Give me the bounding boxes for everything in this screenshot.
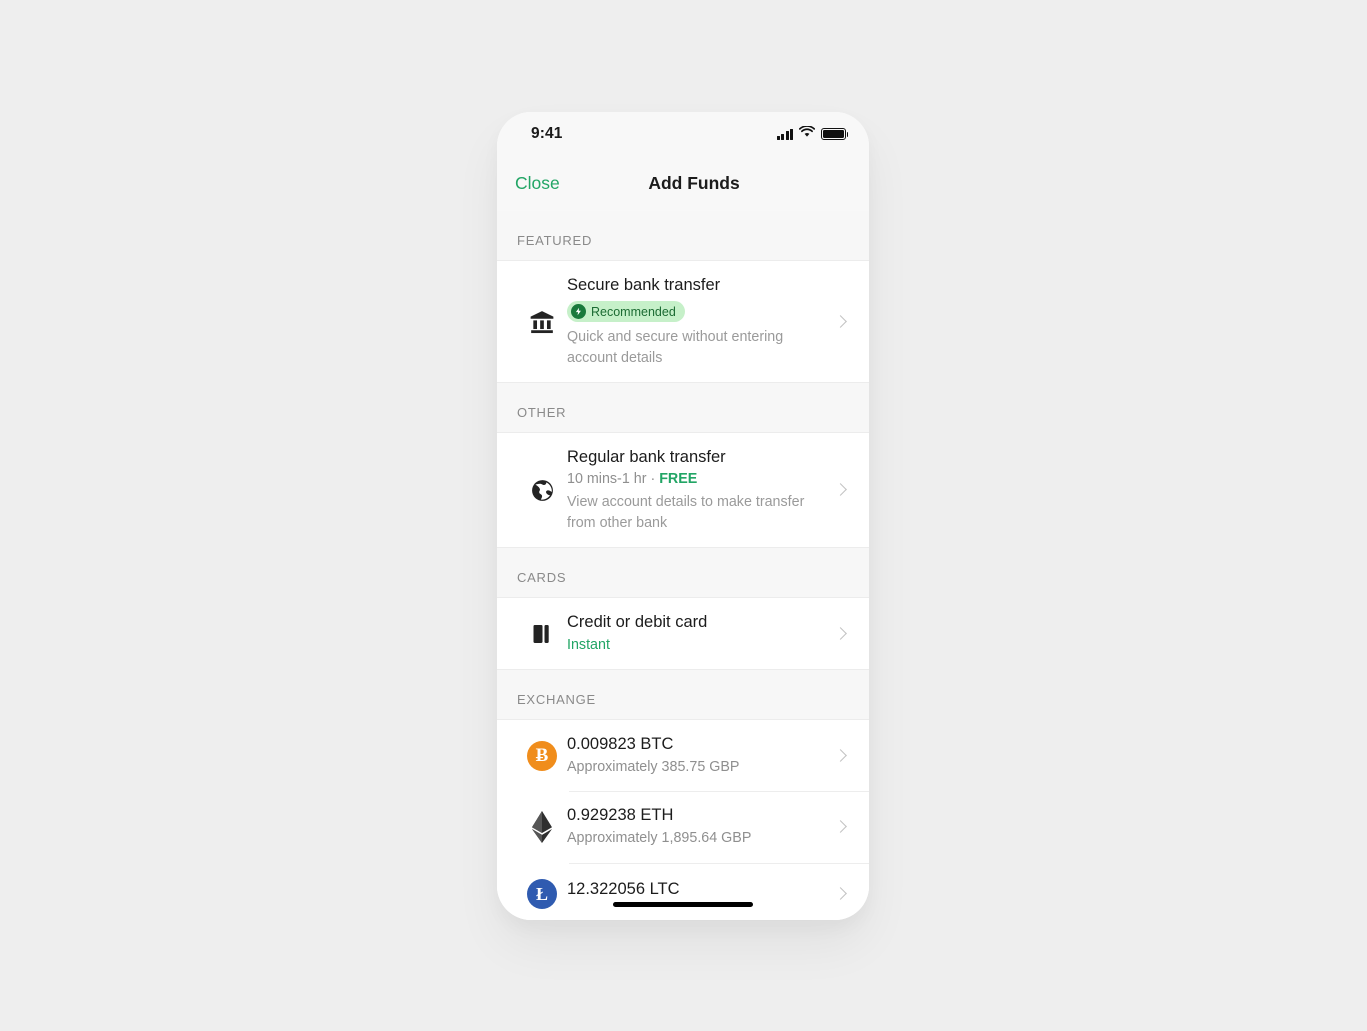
row-content: 0.929238 ETH Approximately 1,895.64 GBP (567, 791, 825, 862)
ethereum-icon (517, 810, 567, 843)
cellular-signal-icon (776, 128, 793, 140)
row-subtitle: Instant (567, 636, 610, 653)
row-meta: 10 mins-1 hr · FREE (567, 471, 825, 487)
phone-frame: 9:41 Close Add Funds FEATURED Secure ban… (497, 112, 869, 920)
row-litecoin-balance[interactable]: Ł 12.322056 LTC (497, 862, 869, 920)
row-secure-bank-transfer[interactable]: Secure bank transfer Recommended Quick a… (497, 261, 869, 383)
row-subtitle: Approximately 385.75 GBP (567, 758, 740, 775)
chevron-right-icon[interactable] (835, 884, 847, 904)
row-title: 12.322056 LTC (567, 879, 680, 898)
row-meta-fee: FREE (659, 471, 698, 488)
row-title: Credit or debit card (567, 613, 708, 632)
row-description: View account details to make transfer fr… (567, 494, 805, 531)
section-header-cards: CARDS (497, 547, 869, 599)
row-subtitle: Approximately 1,895.64 GBP (567, 829, 752, 846)
bank-building-icon (517, 309, 567, 335)
row-title: Secure bank transfer (567, 276, 721, 294)
litecoin-icon: Ł (517, 878, 567, 909)
chevron-right-icon[interactable] (835, 746, 847, 766)
row-content: Regular bank transfer 10 mins-1 hr · FRE… (567, 433, 825, 547)
section-header-featured: FEATURED (497, 211, 869, 261)
home-indicator (613, 902, 753, 907)
recommended-badge: Recommended (567, 301, 685, 323)
chevron-right-icon[interactable] (835, 817, 847, 837)
row-meta-time: 10 mins-1 hr (567, 471, 647, 488)
row-description: Quick and secure without entering accoun… (567, 329, 784, 366)
row-ethereum-balance[interactable]: 0.929238 ETH Approximately 1,895.64 GBP (497, 791, 869, 863)
section-header-exchange: EXCHANGE (497, 669, 869, 721)
row-content: 0.009823 BTC Approximately 385.75 GBP (567, 720, 825, 791)
funding-options-list: FEATURED Secure bank transfer Recommende… (497, 211, 869, 920)
row-title: 0.929238 ETH (567, 806, 674, 825)
wifi-icon (798, 125, 816, 143)
bitcoin-icon: Ƀ (517, 740, 567, 771)
litecoin-glyph: Ł (527, 878, 557, 909)
status-bar-time: 9:41 (531, 125, 563, 142)
credit-card-icon (517, 622, 567, 646)
status-bar: 9:41 (497, 112, 869, 156)
bitcoin-glyph: Ƀ (527, 740, 557, 771)
row-title: Regular bank transfer (567, 448, 726, 467)
row-content: Credit or debit card Instant (567, 598, 825, 669)
chevron-right-icon[interactable] (835, 624, 847, 644)
lightning-bolt-icon (571, 304, 586, 320)
battery-full-icon (821, 128, 849, 140)
chevron-right-icon[interactable] (835, 480, 847, 500)
row-regular-bank-transfer[interactable]: Regular bank transfer 10 mins-1 hr · FRE… (497, 433, 869, 548)
row-credit-or-debit-card[interactable]: Credit or debit card Instant (497, 598, 869, 670)
globe-icon (517, 478, 567, 503)
row-content: Secure bank transfer Recommended Quick a… (567, 261, 825, 382)
close-button[interactable]: Close (515, 173, 560, 194)
badge-label: Recommended (591, 304, 676, 319)
chevron-right-icon[interactable] (835, 312, 847, 332)
row-title: 0.009823 BTC (567, 735, 674, 754)
section-header-other: OTHER (497, 382, 869, 434)
status-bar-icons (776, 125, 849, 143)
row-bitcoin-balance[interactable]: Ƀ 0.009823 BTC Approximately 385.75 GBP (497, 720, 869, 792)
row-content: 12.322056 LTC (567, 873, 825, 914)
row-meta-separator: · (646, 471, 660, 488)
nav-bar: Close Add Funds (497, 156, 869, 211)
